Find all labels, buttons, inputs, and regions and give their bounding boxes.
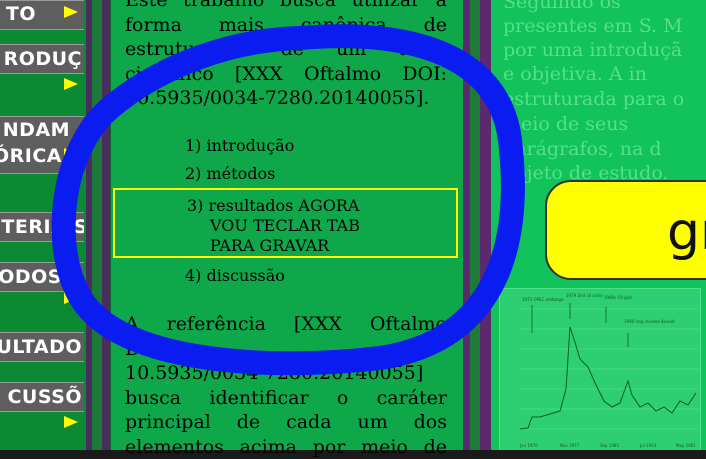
chart-annotation: 1980s Oil glut [604, 295, 632, 300]
arrow-right-icon[interactable] [64, 416, 78, 428]
list-item-discussao[interactable]: 4) discussão [185, 266, 285, 285]
text-line: elementos acima por meio de [125, 435, 447, 459]
preview-line: presentes em S. M [503, 14, 683, 39]
preview-line: e [503, 211, 514, 236]
preview-line: meio de seus [503, 112, 628, 137]
text-line: A referência [XXX Oftalmo [125, 312, 447, 337]
divider [92, 0, 102, 450]
chart-annotation: 1990 Iraq invades Kuwait [624, 319, 675, 324]
chart-annotation: 1973 OPEC embargo [522, 297, 564, 302]
preview-line: por uma introduçã [503, 38, 682, 63]
nav-item-label: ULTADO [0, 336, 82, 358]
nav-item-label: NDAM [3, 119, 70, 141]
left-nav: TO RODUÇ NDAM ÓRICA TERIAIS TODOS ULTADO… [0, 0, 86, 450]
nav-item-label: TODOS [0, 266, 62, 288]
arrow-right-icon[interactable] [64, 6, 78, 18]
preview-line: estruturada para o [503, 87, 684, 112]
yellow-callout: gr [545, 180, 706, 280]
nav-item-introducao[interactable]: RODUÇ [0, 44, 84, 74]
chart-svg: 1973 OPEC embargo 1979 2nd oil crisis 19… [500, 289, 700, 450]
arrow-right-icon[interactable] [64, 148, 78, 160]
arrow-right-icon[interactable] [64, 78, 78, 90]
nav-item-label: CUSSÕ [7, 386, 82, 408]
text-line: estruturação de um texto [125, 37, 447, 62]
text-line: 3) resultados AGORA [187, 196, 359, 215]
text-line: científico [XXX Oftalmo DOI: [125, 62, 447, 87]
preview-line: e objetiva. A in [503, 62, 647, 87]
x-tick: Jul 1993 [639, 443, 657, 448]
preview-panel: Seguindo os presentes em S. M por uma in… [491, 0, 706, 450]
nav-item-resultados[interactable]: ULTADO [0, 332, 84, 362]
nav-item-label: ÓRICA [0, 145, 62, 167]
nav-item-label: TO [6, 3, 36, 25]
nav-item-metodos[interactable]: TODOS [0, 262, 84, 292]
text-line: Este trabalho busca utilizar a [125, 0, 447, 13]
x-tick: Sep 1985 [600, 443, 619, 448]
nav-item-discussao[interactable]: CUSSÕ [0, 382, 84, 412]
list-item-metodos[interactable]: 2) métodos [185, 164, 275, 183]
nav-item-label: RODUÇ [4, 48, 82, 70]
reference-paragraph: A referência [XXX Oftalmo DOI: 10.5935/0… [125, 312, 447, 459]
text-line: 10.5935/0034-7280.20140055]. [125, 86, 447, 111]
nav-item-label: TERIAIS [1, 216, 84, 238]
arrow-right-icon[interactable] [64, 292, 78, 304]
callout-text: gr [667, 202, 706, 262]
text-line: principal de cada um dos [125, 410, 447, 435]
document-panel: Este trabalho busca utilizar a forma mai… [110, 0, 464, 450]
preview-line: parágrafos, na d [503, 137, 662, 162]
nav-item-materiais[interactable]: TERIAIS [0, 212, 84, 242]
x-tick: May 2001 [676, 443, 696, 448]
preview-line: Seguindo os [503, 0, 621, 15]
text-line: busca identificar o caráter [125, 386, 447, 411]
x-tick: Jan 1970 [519, 443, 538, 448]
oil-price-chart-thumbnail: 1973 OPEC embargo 1979 2nd oil crisis 19… [499, 288, 701, 450]
nav-item-fundamentacao-teorica[interactable]: NDAM ÓRICA [0, 116, 84, 174]
text-line: forma mais canônica de [125, 13, 447, 38]
preview-line: e [503, 236, 514, 261]
preview-line: e [503, 186, 514, 211]
intro-paragraph: Este trabalho busca utilizar a forma mai… [125, 0, 447, 111]
divider [470, 0, 480, 450]
text-line: DOI: [125, 337, 447, 362]
text-line: VOU TECLAR TAB [210, 216, 360, 235]
text-line: PARA GRAVAR [210, 236, 329, 255]
chart-annotation: 1979 2nd oil crisis [566, 293, 603, 298]
list-item-introducao[interactable]: 1) introdução [185, 136, 294, 155]
editing-list-item[interactable]: 3) resultados AGORA VOU TECLAR TAB PARA … [113, 188, 458, 258]
x-tick: Nov 1977 [560, 443, 580, 448]
text-line: 10.5935/0034-7280.20140055] [125, 361, 447, 386]
